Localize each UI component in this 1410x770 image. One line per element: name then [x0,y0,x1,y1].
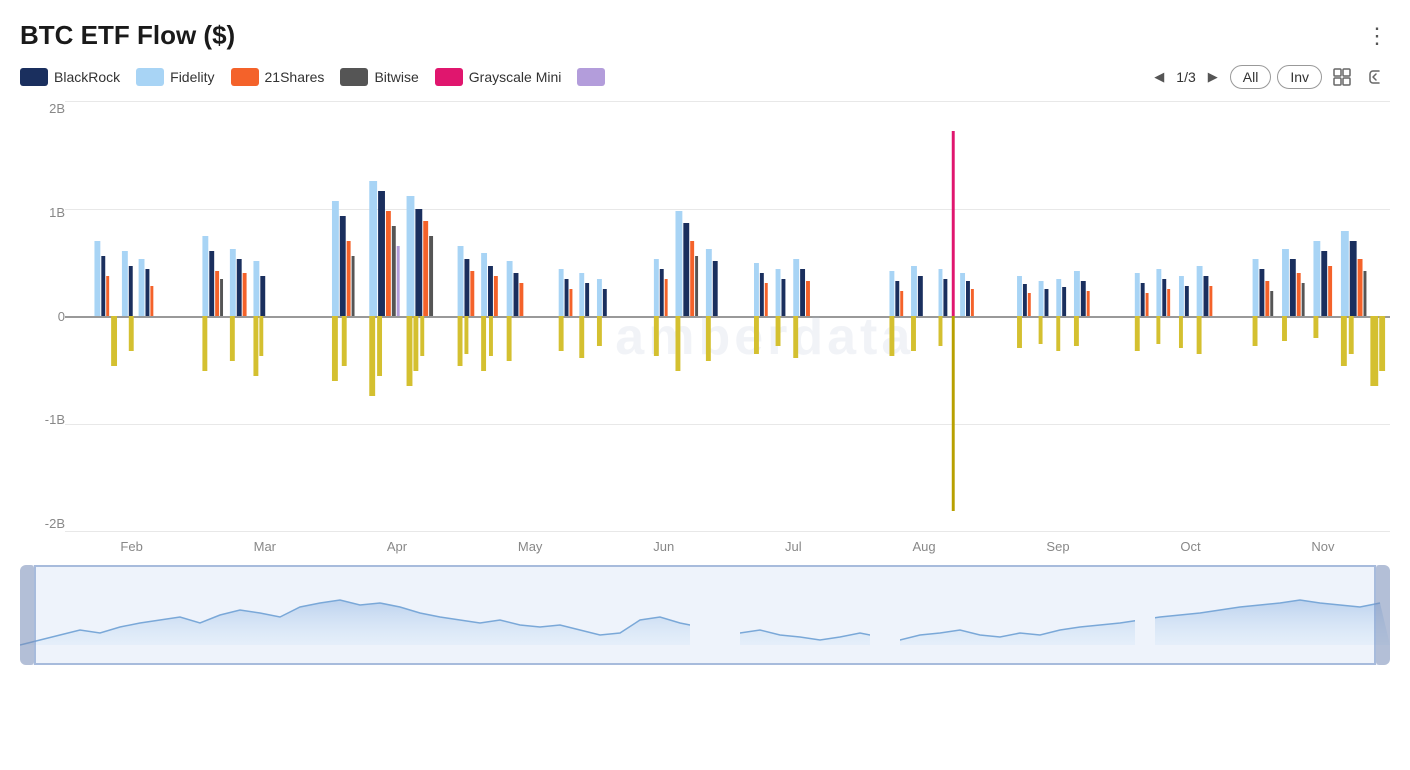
next-page-button[interactable]: ▶ [1202,66,1224,88]
x-label-may: May [518,539,543,554]
21shares-swatch [231,68,259,86]
bitwise-swatch [340,68,368,86]
x-label-mar: Mar [254,539,276,554]
pagination-area: ◀ 1/3 ▶ All Inv [1148,63,1390,91]
y-label-0: 0 [20,309,65,324]
bars-area [65,101,1390,531]
main-chart-area: 2B 1B 0 -1B -2B amberdata [20,101,1390,561]
y-label-2b: 2B [20,101,65,116]
back-button[interactable] [1362,63,1390,91]
y-label-neg1b: -1B [20,412,65,427]
chart-title: BTC ETF Flow ($) [20,20,235,51]
fidelity-swatch [136,68,164,86]
prev-page-button[interactable]: ◀ [1148,66,1170,88]
mini-handle-right[interactable] [1376,565,1390,665]
blackrock-label: BlackRock [54,69,120,85]
bitwise-label: Bitwise [374,69,418,85]
x-axis: Feb Mar Apr May Jun Jul Aug Sep Oct Nov [65,531,1390,561]
21shares-label: 21Shares [265,69,325,85]
x-label-oct: Oct [1180,539,1200,554]
grayscale-label: Grayscale Mini [469,69,562,85]
legend-item-21shares: 21Shares [231,68,325,86]
y-axis: 2B 1B 0 -1B -2B [20,101,65,531]
purple-swatch [577,68,605,86]
menu-button[interactable]: ⋮ [1366,23,1390,49]
bars-svg [65,101,1390,531]
legend-item-fidelity: Fidelity [136,68,214,86]
x-label-apr: Apr [387,539,407,554]
x-label-jul: Jul [785,539,802,554]
title-row: BTC ETF Flow ($) ⋮ [20,20,1390,51]
y-label-1b: 1B [20,205,65,220]
x-label-aug: Aug [912,539,935,554]
fidelity-label: Fidelity [170,69,214,85]
inv-button[interactable]: Inv [1277,65,1322,89]
x-label-nov: Nov [1311,539,1334,554]
x-label-sep: Sep [1046,539,1069,554]
x-label-feb: Feb [120,539,142,554]
page-count: 1/3 [1176,69,1195,85]
x-label-jun: Jun [653,539,674,554]
legend-item-grayscale: Grayscale Mini [435,68,562,86]
mini-chart[interactable] [20,565,1390,665]
back-icon [1366,67,1386,87]
legend-item-bitwise: Bitwise [340,68,418,86]
grayscale-swatch [435,68,463,86]
y-label-neg2b: -2B [20,516,65,531]
legend-row: BlackRock Fidelity 21Shares Bitwise Gray… [20,63,1390,91]
expand-button[interactable] [1328,63,1356,91]
legend-item-purple [577,68,611,86]
blackrock-swatch [20,68,48,86]
all-button[interactable]: All [1230,65,1272,89]
chart-container: BTC ETF Flow ($) ⋮ BlackRock Fidelity 21… [0,0,1410,770]
expand-icon [1332,67,1352,87]
legend-item-blackrock: BlackRock [20,68,120,86]
mini-chart-svg [20,565,1390,665]
mini-handle-left[interactable] [20,565,34,665]
